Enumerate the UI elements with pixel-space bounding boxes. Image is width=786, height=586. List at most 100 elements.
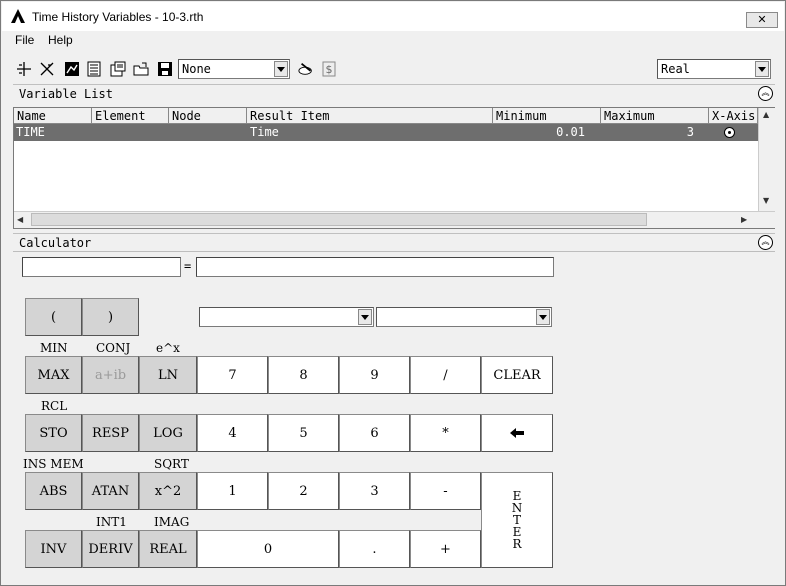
table-row[interactable]: TIME Time 0.01 3 [14, 124, 758, 141]
key-max[interactable]: MAX [25, 356, 82, 394]
key-log[interactable]: LOG [139, 414, 197, 452]
key-atan[interactable]: ATAN [82, 472, 139, 510]
key-x-squared[interactable]: x^2 [139, 472, 197, 510]
key-5[interactable]: 5 [268, 414, 339, 452]
expression-input[interactable] [22, 257, 181, 277]
variable-select[interactable]: None [178, 59, 290, 79]
menu-file[interactable]: File [15, 33, 34, 47]
scroll-right-icon[interactable]: ▶ [741, 215, 747, 224]
key-7[interactable]: 7 [197, 356, 268, 394]
variable-list-title: Variable List [19, 87, 113, 101]
key-abs[interactable]: ABS [25, 472, 82, 510]
calculator-header: Calculator ︽ [13, 233, 775, 251]
key-left-paren[interactable]: ( [25, 298, 82, 336]
import-icon[interactable] [132, 60, 150, 78]
collapse-icon[interactable]: ︽ [758, 86, 773, 101]
key-clear[interactable]: CLEAR [481, 356, 553, 394]
key-deriv[interactable]: DERIV [82, 530, 139, 568]
key-resp[interactable]: RESP [82, 414, 139, 452]
chevron-down-icon [755, 61, 769, 77]
row-minimum: 0.01 [556, 125, 585, 139]
row-maximum: 3 [686, 125, 694, 139]
key-8[interactable]: 8 [268, 356, 339, 394]
key-4[interactable]: 4 [197, 414, 268, 452]
column-header-maximum[interactable]: Maximum [601, 108, 709, 124]
vertical-scrollbar[interactable]: ▲ ▼ [758, 108, 775, 211]
shift-label-ex: e^x [156, 341, 180, 355]
title-bar: Time History Variables - 10-3.rth ✕ [2, 2, 784, 31]
shift-label-rcl: RCL [41, 399, 68, 413]
equals-sign: = [184, 259, 192, 273]
shift-label-conj: CONJ [96, 341, 131, 355]
variable-select-value: None [182, 62, 211, 76]
key-sto[interactable]: STO [25, 414, 82, 452]
key-minus[interactable]: - [410, 472, 481, 510]
svg-text:$: $ [326, 63, 333, 76]
function-selector-right[interactable] [376, 307, 552, 327]
key-1[interactable]: 1 [197, 472, 268, 510]
key-decimal[interactable]: . [339, 530, 410, 568]
shift-label-min: MIN [40, 341, 68, 355]
key-multiply[interactable]: * [410, 414, 481, 452]
save-icon[interactable] [156, 60, 174, 78]
scroll-up-icon[interactable]: ▲ [763, 110, 769, 119]
scroll-thumb[interactable] [31, 213, 647, 226]
chevron-down-icon [536, 309, 550, 325]
backspace-arrow-icon [510, 428, 524, 438]
enter-letter: R [512, 537, 522, 551]
divider [13, 251, 775, 252]
delete-variable-icon[interactable] [38, 60, 56, 78]
properties-icon[interactable] [109, 60, 127, 78]
time-history-window: Time History Variables - 10-3.rth ✕ File… [0, 0, 786, 586]
column-header-result-item[interactable]: Result Item [247, 108, 493, 124]
chevron-down-icon [358, 309, 372, 325]
shift-label-ins-mem: INS MEM [23, 457, 84, 471]
key-inv[interactable]: INV [25, 530, 82, 568]
key-plus[interactable]: + [410, 530, 481, 568]
collapse-icon[interactable]: ︽ [758, 235, 773, 250]
key-enter[interactable]: E N T E R [481, 472, 553, 568]
key-backspace[interactable] [481, 414, 553, 452]
menu-help[interactable]: Help [48, 33, 73, 47]
variable-list-header: Variable List ︽ [13, 84, 775, 102]
key-real[interactable]: REAL [139, 530, 197, 568]
edit-icon[interactable] [297, 60, 315, 78]
ansys-logo-icon [11, 9, 25, 23]
key-0[interactable]: 0 [197, 530, 339, 568]
add-variable-icon[interactable] [15, 60, 33, 78]
shift-label-int1: INT1 [96, 515, 127, 529]
dollar-icon[interactable]: $ [320, 60, 338, 78]
key-6[interactable]: 6 [339, 414, 410, 452]
key-divide[interactable]: / [410, 356, 481, 394]
key-2[interactable]: 2 [268, 472, 339, 510]
shift-label-imag: IMAG [154, 515, 190, 529]
column-header-x-axis[interactable]: X-Axis [709, 108, 758, 124]
column-header-name[interactable]: Name [14, 108, 92, 124]
x-axis-radio[interactable] [724, 127, 735, 138]
graph-icon[interactable] [63, 60, 81, 78]
scroll-down-icon[interactable]: ▼ [763, 196, 769, 205]
window-title: Time History Variables - 10-3.rth [32, 10, 204, 24]
column-header-element[interactable]: Element [92, 108, 169, 124]
shift-label-sqrt: SQRT [154, 457, 189, 471]
key-right-paren[interactable]: ) [82, 298, 139, 336]
row-name: TIME [16, 125, 45, 139]
column-header-minimum[interactable]: Minimum [493, 108, 601, 124]
chevron-down-icon [274, 61, 288, 77]
close-button[interactable]: ✕ [746, 12, 778, 28]
menu-bar: File Help [2, 31, 784, 49]
mode-select[interactable]: Real [657, 59, 771, 79]
column-header-node[interactable]: Node [169, 108, 247, 124]
scroll-left-icon[interactable]: ◀ [17, 215, 23, 224]
calculator-title: Calculator [19, 236, 92, 250]
result-input[interactable] [196, 257, 554, 277]
function-selector-left[interactable] [199, 307, 374, 327]
key-a-plus-ib[interactable]: a+ib [82, 356, 139, 394]
key-3[interactable]: 3 [339, 472, 410, 510]
list-icon[interactable] [85, 60, 103, 78]
row-result-item: Time [250, 125, 279, 139]
horizontal-scrollbar[interactable]: ◀ ▶ [14, 211, 775, 228]
mode-select-value: Real [661, 62, 690, 76]
key-ln[interactable]: LN [139, 356, 197, 394]
key-9[interactable]: 9 [339, 356, 410, 394]
